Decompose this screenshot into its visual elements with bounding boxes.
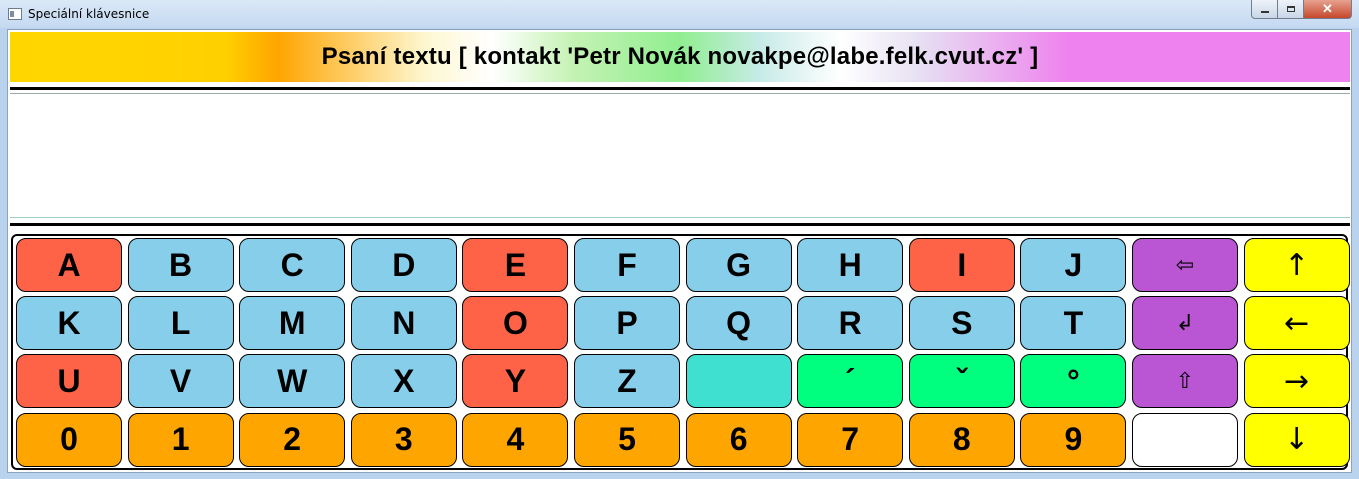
key-5[interactable]: 5 — [574, 412, 680, 467]
close-button[interactable]: ✕ — [1303, 0, 1352, 19]
key-7[interactable]: 7 — [797, 412, 904, 467]
blank-key[interactable] — [1132, 412, 1238, 467]
key-3[interactable]: 3 — [350, 412, 457, 467]
key-e[interactable]: E — [462, 238, 569, 292]
arrow-left-key[interactable]: ← — [1243, 296, 1350, 351]
space-key[interactable] — [685, 354, 792, 409]
key-x[interactable]: X — [350, 354, 457, 409]
key-p[interactable]: P — [574, 296, 680, 351]
virtual-keyboard: A B C D E F G H I J ⇦ ↑ K L M N O P Q R S T ↲ ← U V W X Y Z ´ ˇ ° ⇧ → 0 1 2 3 4… — [11, 234, 1350, 470]
divider — [10, 87, 1350, 90]
header-banner: Psaní textu [ kontakt 'Petr Novák novakp… — [10, 32, 1350, 82]
window-titlebar[interactable]: Speciální klávesnice ✕ — [0, 0, 1359, 28]
key-m[interactable]: M — [239, 296, 346, 351]
window-title: Speciální klávesnice — [28, 7, 150, 21]
maximize-icon — [1286, 6, 1295, 12]
key-w[interactable]: W — [239, 354, 346, 409]
key-g[interactable]: G — [685, 238, 792, 292]
key-6[interactable]: 6 — [685, 412, 792, 467]
page-title: Psaní textu [ kontakt 'Petr Novák novakp… — [321, 43, 1039, 70]
backspace-key[interactable]: ⇦ — [1132, 238, 1238, 292]
key-4[interactable]: 4 — [462, 412, 569, 467]
key-o[interactable]: O — [462, 296, 569, 351]
key-8[interactable]: 8 — [908, 412, 1015, 467]
key-9[interactable]: 9 — [1020, 412, 1127, 467]
caron-key[interactable]: ˇ — [908, 354, 1015, 409]
key-h[interactable]: H — [797, 238, 904, 292]
key-v[interactable]: V — [127, 354, 234, 409]
key-y[interactable]: Y — [462, 354, 569, 409]
key-s[interactable]: S — [908, 296, 1015, 351]
key-f[interactable]: F — [574, 238, 680, 292]
divider — [10, 223, 1350, 226]
client-area: Psaní textu [ kontakt 'Petr Novák novakp… — [7, 29, 1352, 473]
arrow-down-key[interactable]: ↓ — [1243, 412, 1350, 467]
arrow-up-key[interactable]: ↑ — [1243, 238, 1350, 292]
key-1[interactable]: 1 — [127, 412, 234, 467]
text-input-area[interactable] — [10, 96, 1350, 217]
close-icon: ✕ — [1322, 1, 1333, 16]
key-d[interactable]: D — [350, 238, 457, 292]
shift-key[interactable]: ⇧ — [1132, 354, 1238, 409]
app-icon — [8, 8, 22, 20]
key-j[interactable]: J — [1020, 238, 1127, 292]
acute-accent-key[interactable]: ´ — [797, 354, 904, 409]
key-b[interactable]: B — [127, 238, 234, 292]
key-a[interactable]: A — [16, 238, 122, 292]
divider — [10, 93, 1350, 94]
maximize-button[interactable] — [1277, 0, 1304, 19]
arrow-right-key[interactable]: → — [1243, 354, 1350, 409]
divider — [10, 217, 1350, 218]
key-l[interactable]: L — [127, 296, 234, 351]
minimize-icon — [1260, 11, 1269, 13]
key-n[interactable]: N — [350, 296, 457, 351]
key-i[interactable]: I — [908, 238, 1015, 292]
key-k[interactable]: K — [16, 296, 122, 351]
ring-key[interactable]: ° — [1020, 354, 1127, 409]
enter-key[interactable]: ↲ — [1132, 296, 1238, 351]
key-q[interactable]: Q — [685, 296, 792, 351]
key-u[interactable]: U — [16, 354, 122, 409]
key-r[interactable]: R — [797, 296, 904, 351]
key-z[interactable]: Z — [574, 354, 680, 409]
key-2[interactable]: 2 — [239, 412, 346, 467]
key-t[interactable]: T — [1020, 296, 1127, 351]
minimize-button[interactable] — [1251, 0, 1278, 19]
key-c[interactable]: C — [239, 238, 346, 292]
key-0[interactable]: 0 — [16, 412, 122, 467]
